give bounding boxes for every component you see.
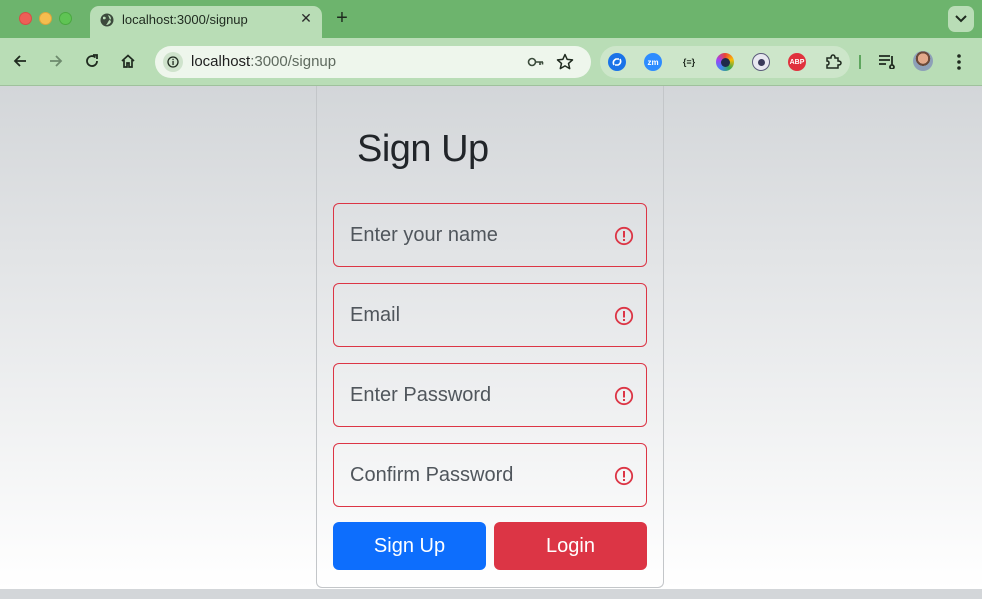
- puzzle-icon[interactable]: [824, 53, 842, 71]
- back-button[interactable]: [9, 50, 31, 72]
- sync-glyph-icon: [612, 58, 622, 66]
- profile-dot-icon: [757, 58, 765, 66]
- maximize-window-button[interactable]: [59, 12, 72, 25]
- arrow-right-icon: [50, 55, 63, 67]
- confirm-password-field[interactable]: [333, 443, 647, 507]
- password-field[interactable]: [333, 363, 647, 427]
- adblock-extension-icon[interactable]: ABP: [788, 53, 806, 71]
- name-field[interactable]: [333, 203, 647, 267]
- url-host: localhost: [191, 53, 251, 70]
- browser-tab[interactable]: localhost:3000/signup ✕: [90, 6, 322, 38]
- error-icon: [614, 466, 634, 486]
- reload-button[interactable]: [81, 50, 103, 72]
- url-path: :3000/signup: [250, 53, 337, 70]
- home-button[interactable]: [117, 50, 139, 72]
- more-menu-icon[interactable]: [950, 52, 968, 72]
- name-input[interactable]: [334, 204, 646, 266]
- browser-toolbar: localhost:3000/signup zm {≡} ABP: [0, 38, 982, 86]
- site-info-button[interactable]: [163, 52, 183, 72]
- sync-extension-icon[interactable]: [608, 53, 626, 71]
- toolbar-divider: [859, 55, 861, 69]
- extensions-area: zm {≡} ABP: [600, 46, 850, 78]
- zoom-extension-icon[interactable]: zm: [644, 53, 662, 71]
- confirm-password-input[interactable]: [334, 444, 646, 506]
- email-field[interactable]: [333, 283, 647, 347]
- key-icon[interactable]: [527, 54, 545, 70]
- signup-card: Sign Up Enter your name Email Sign Up Lo…: [316, 86, 664, 588]
- page-title: Sign Up: [357, 128, 489, 170]
- url-text[interactable]: localhost:3000/signup: [191, 53, 336, 70]
- login-button[interactable]: Login: [494, 522, 647, 570]
- password-input[interactable]: [334, 364, 646, 426]
- chevron-down-icon: [955, 15, 967, 23]
- json-extension-icon[interactable]: {≡}: [680, 53, 698, 71]
- minimize-window-button[interactable]: [39, 12, 52, 25]
- close-window-button[interactable]: [19, 12, 32, 25]
- bookmark-star-icon[interactable]: [555, 52, 575, 72]
- color-picker-extension-icon[interactable]: [716, 53, 734, 71]
- page-viewport: Sign Up Enter your name Email Sign Up Lo…: [0, 86, 982, 589]
- error-icon: [614, 306, 634, 326]
- forward-button[interactable]: [45, 50, 67, 72]
- tab-title: localhost:3000/signup: [122, 12, 248, 27]
- arrow-left-icon: [13, 55, 26, 67]
- reading-list-icon[interactable]: [878, 53, 896, 69]
- profile-extension-icon[interactable]: [752, 53, 770, 71]
- avatar[interactable]: [913, 51, 933, 71]
- tab-strip: localhost:3000/signup ✕ +: [0, 0, 982, 38]
- tab-search-button[interactable]: [948, 6, 974, 32]
- info-icon: [167, 56, 179, 68]
- error-icon: [614, 386, 634, 406]
- error-icon: [614, 226, 634, 246]
- bottom-strip: [0, 589, 982, 599]
- close-tab-icon[interactable]: ✕: [298, 10, 314, 26]
- address-bar[interactable]: localhost:3000/signup: [155, 46, 591, 78]
- color-picker-center-icon: [720, 57, 730, 67]
- globe-icon: [100, 13, 114, 27]
- home-icon: [121, 54, 135, 68]
- email-input[interactable]: [334, 284, 646, 346]
- new-tab-button[interactable]: +: [332, 8, 352, 29]
- reload-icon: [86, 54, 98, 67]
- signup-button[interactable]: Sign Up: [333, 522, 486, 570]
